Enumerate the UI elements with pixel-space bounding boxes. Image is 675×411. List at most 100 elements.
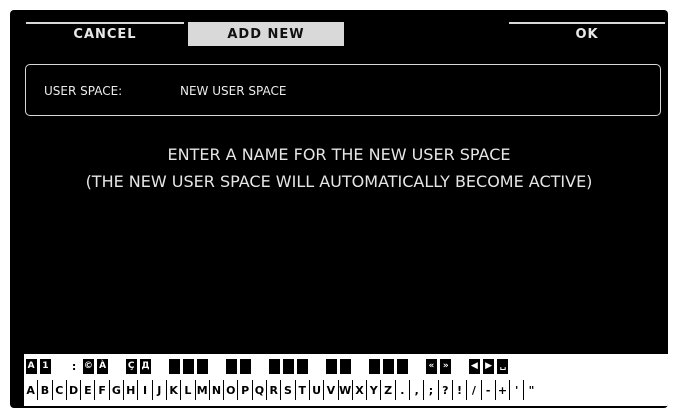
keyboard-alt-glyph: À xyxy=(97,358,109,374)
keyboard-key[interactable]: D xyxy=(67,380,82,400)
keyboard-alt-key[interactable]: : xyxy=(67,356,81,376)
keyboard-alt-key[interactable] xyxy=(524,356,538,376)
keyboard-alt-key[interactable] xyxy=(253,356,267,376)
keyboard-key[interactable]: F xyxy=(95,380,110,400)
user-space-name-field[interactable]: USER SPACE: NEW USER SPACE xyxy=(25,64,661,116)
keyboard-alt-glyph xyxy=(240,358,252,374)
user-space-value[interactable]: NEW USER SPACE xyxy=(180,65,286,117)
keyboard-alt-key[interactable] xyxy=(53,356,67,376)
keyboard-alt-key[interactable] xyxy=(381,356,395,376)
add-new-tab[interactable]: ADD NEW xyxy=(188,22,344,46)
keyboard-alt-glyph xyxy=(197,358,209,374)
add-new-label: ADD NEW xyxy=(227,26,305,42)
ok-divider xyxy=(509,22,665,24)
keyboard-key[interactable]: " xyxy=(524,380,538,400)
ok-label: OK xyxy=(575,26,599,42)
keyboard-alt-key[interactable]: ␣ xyxy=(496,356,510,376)
cancel-button[interactable]: CANCEL xyxy=(26,22,184,46)
keyboard-key[interactable]: M xyxy=(196,380,210,400)
keyboard-alt-key[interactable]: ◀ xyxy=(467,356,481,376)
keyboard-alt-glyph: ◀ xyxy=(468,358,480,374)
keyboard-alt-glyph xyxy=(368,358,380,374)
keyboard-key[interactable]: I xyxy=(138,380,153,400)
keyboard-alt-key[interactable] xyxy=(267,356,281,376)
keyboard-alt-key[interactable] xyxy=(324,356,338,376)
keyboard-alt-glyph: : xyxy=(71,359,77,373)
keyboard-key[interactable]: X xyxy=(353,380,368,400)
keyboard-alt-key[interactable] xyxy=(181,356,195,376)
keyboard-key[interactable]: V xyxy=(324,380,339,400)
keyboard-alt-key[interactable]: « xyxy=(424,356,438,376)
keyboard-alt-key[interactable] xyxy=(224,356,238,376)
screen: CANCEL ADD NEW OK USER SPACE: NEW USER S… xyxy=(10,10,668,408)
keyboard-alt-key[interactable]: » xyxy=(439,356,453,376)
keyboard-alt-key[interactable] xyxy=(238,356,252,376)
keyboard-alt-key[interactable]: © xyxy=(81,356,95,376)
keyboard-alt-key[interactable] xyxy=(453,356,467,376)
keyboard-key[interactable]: L xyxy=(181,380,196,400)
keyboard-alt-key[interactable] xyxy=(281,356,295,376)
keyboard-key[interactable]: ; xyxy=(424,380,439,400)
keyboard-alt-key[interactable] xyxy=(110,356,124,376)
keyboard-key[interactable]: Y xyxy=(367,380,382,400)
keyboard-key[interactable]: Z xyxy=(381,380,396,400)
keyboard-alt-glyph xyxy=(383,358,395,374)
keyboard-key[interactable]: T xyxy=(296,380,310,400)
keyboard-key[interactable]: . xyxy=(396,380,411,400)
keyboard-alt-glyph: Д xyxy=(140,358,152,374)
keyboard-key[interactable]: C xyxy=(53,380,67,400)
keyboard-alt-key[interactable]: 1 xyxy=(38,356,52,376)
cancel-divider xyxy=(26,22,184,24)
keyboard-alt-key[interactable] xyxy=(396,356,410,376)
ok-button[interactable]: OK xyxy=(509,22,665,46)
keyboard-key[interactable]: P xyxy=(238,380,253,400)
keyboard-alt-key[interactable] xyxy=(410,356,424,376)
keyboard-alt-key[interactable]: À xyxy=(95,356,109,376)
keyboard-key[interactable]: / xyxy=(467,380,482,400)
keyboard-alt-glyph xyxy=(397,358,409,374)
keyboard-alt-key[interactable] xyxy=(367,356,381,376)
keyboard-key[interactable]: , xyxy=(410,380,425,400)
keyboard-key[interactable]: G xyxy=(110,380,125,400)
keyboard-key[interactable]: N xyxy=(210,380,225,400)
keyboard-alt-key[interactable] xyxy=(210,356,224,376)
keyboard-alt-key[interactable] xyxy=(339,356,353,376)
keyboard-key[interactable]: ! xyxy=(453,380,468,400)
keyboard-alt-key[interactable]: Ç xyxy=(124,356,138,376)
keyboard-alt-glyph: Ç xyxy=(125,358,137,374)
keyboard-key[interactable]: J xyxy=(153,380,167,400)
keyboard-alt-key[interactable] xyxy=(310,356,324,376)
keyboard-key[interactable]: K xyxy=(167,380,182,400)
keyboard-key[interactable]: R xyxy=(267,380,282,400)
keyboard-alt-glyph: 1 xyxy=(39,358,51,374)
keyboard-key[interactable]: E xyxy=(81,380,96,400)
keyboard-key[interactable]: ' xyxy=(510,380,525,400)
keyboard-alt-glyph: « xyxy=(425,358,437,374)
keyboard-key[interactable]: S xyxy=(281,380,296,400)
keyboard-key[interactable]: B xyxy=(38,380,53,400)
keyboard-key[interactable]: H xyxy=(124,380,139,400)
keyboard-alt-key[interactable] xyxy=(196,356,210,376)
keyboard-alt-key[interactable] xyxy=(167,356,181,376)
instruction-message: ENTER A NAME FOR THE NEW USER SPACE (THE… xyxy=(10,141,668,195)
keyboard-alt-glyph xyxy=(268,358,280,374)
keyboard-alt-key[interactable] xyxy=(353,356,367,376)
keyboard-key[interactable]: U xyxy=(310,380,325,400)
keyboard-alt-key[interactable] xyxy=(510,356,524,376)
keyboard-alt-key[interactable] xyxy=(296,356,310,376)
keyboard-key[interactable]: Q xyxy=(253,380,268,400)
keyboard-key[interactable]: W xyxy=(339,380,353,400)
instruction-line-1: ENTER A NAME FOR THE NEW USER SPACE xyxy=(167,145,511,164)
keyboard-alt-key[interactable]: Д xyxy=(138,356,152,376)
keyboard-key[interactable]: ? xyxy=(439,380,453,400)
user-space-label: USER SPACE: xyxy=(44,84,123,98)
keyboard-alt-key[interactable]: ▶ xyxy=(482,356,496,376)
keyboard-upper-row: A 1: © À Ç Д «» ◀ ▶ ␣ xyxy=(24,356,539,376)
keyboard-alt-key[interactable] xyxy=(153,356,167,376)
keyboard-key[interactable]: + xyxy=(496,380,511,400)
keyboard-alt-key[interactable]: A xyxy=(24,356,38,376)
keyboard-key[interactable]: O xyxy=(224,380,239,400)
keyboard-key[interactable]: A xyxy=(24,380,39,400)
keyboard-alt-glyph xyxy=(225,358,237,374)
keyboard-key[interactable]: - xyxy=(482,380,496,400)
